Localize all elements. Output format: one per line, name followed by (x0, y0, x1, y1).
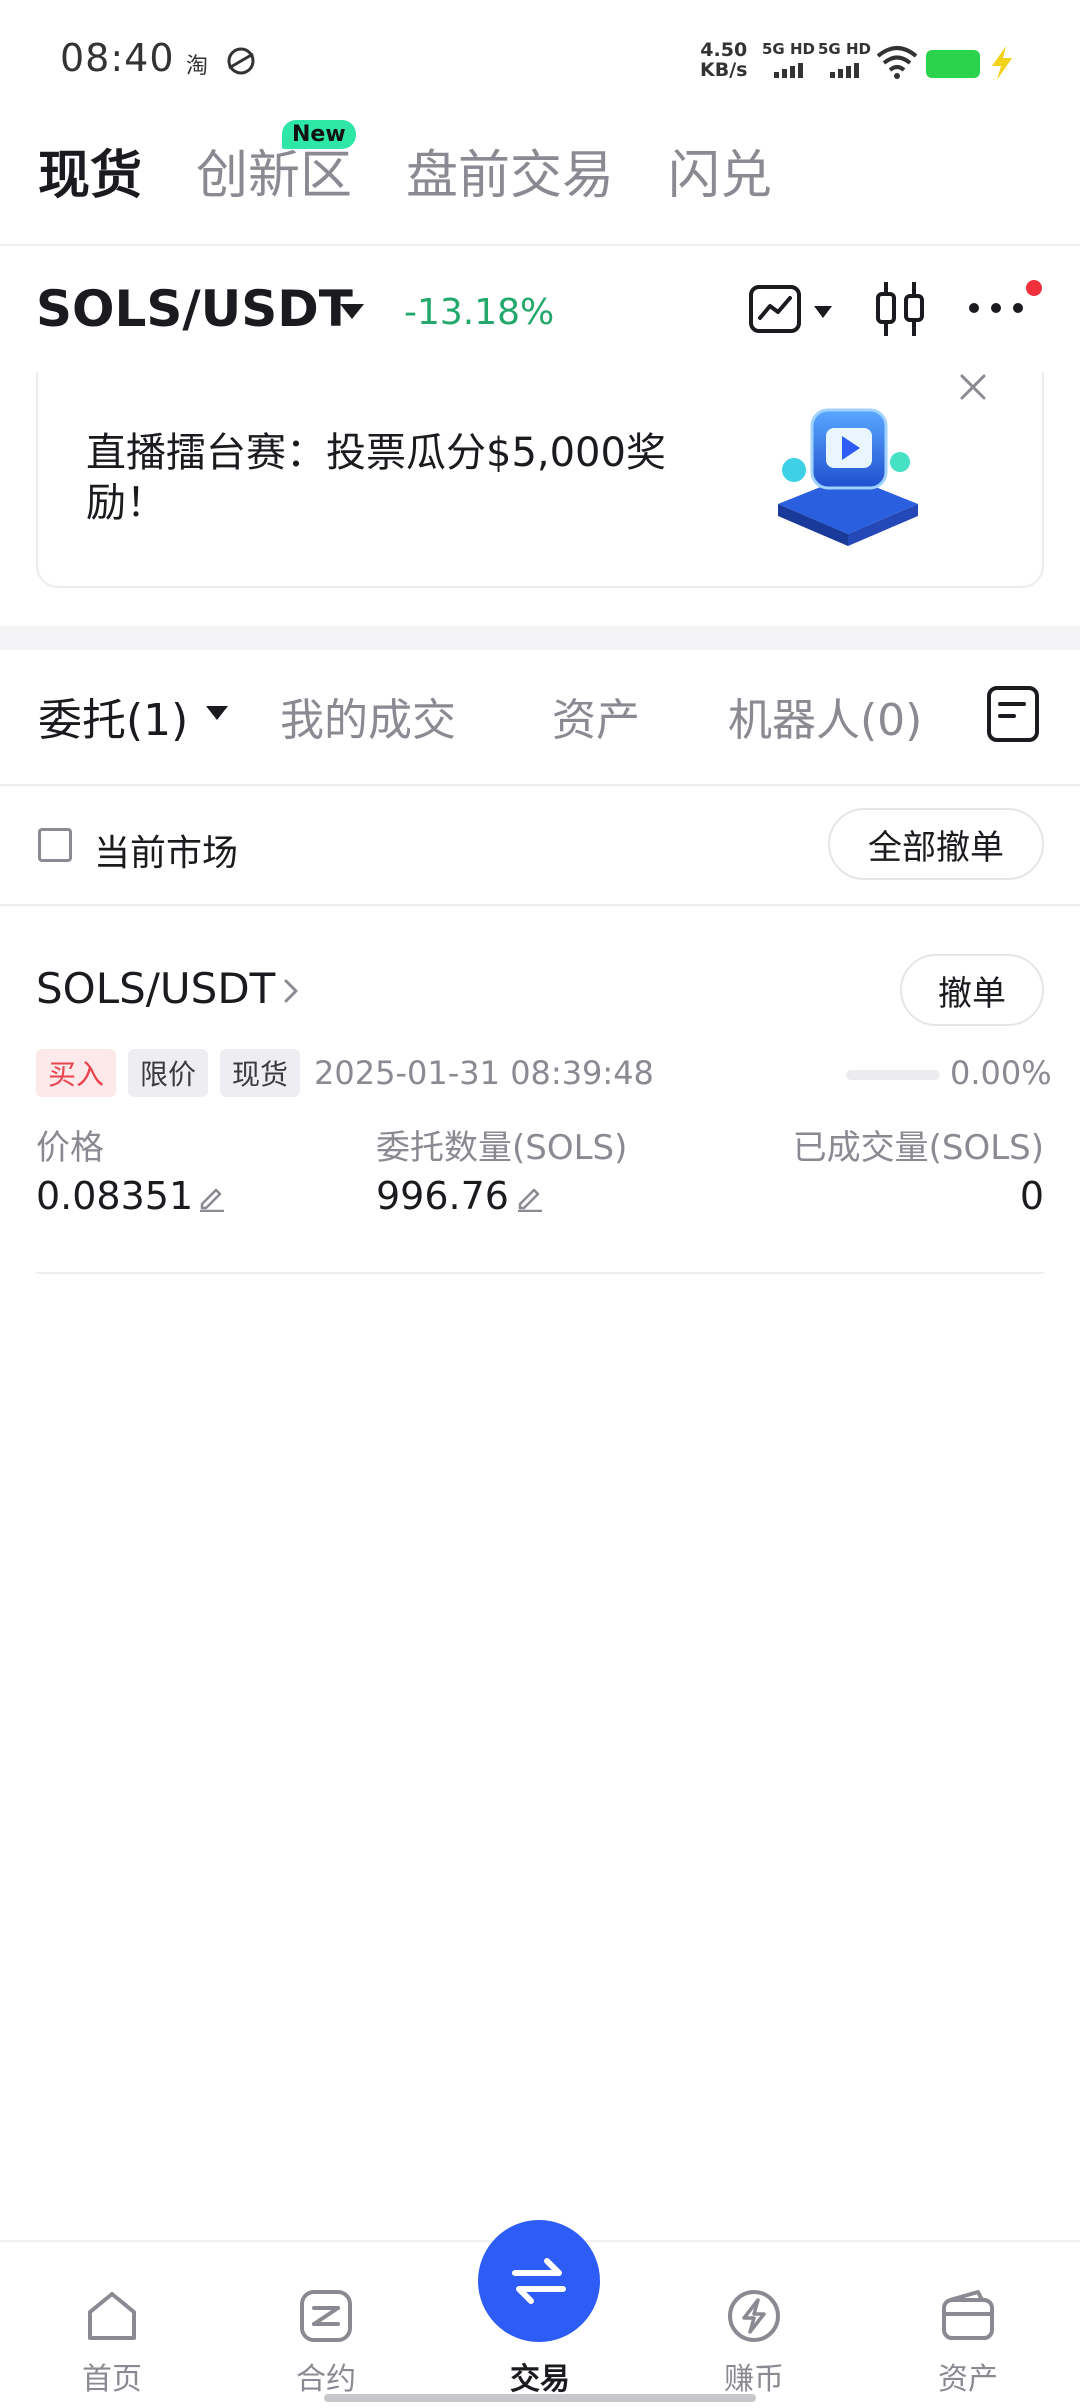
pair-header: SOLS/USDT -13.18% (36, 272, 1046, 352)
order-timestamp: 2025-01-31 08:39:48 (314, 1054, 654, 1092)
price-label: 价格 (36, 1128, 104, 1168)
nav-label: 交易 (510, 2362, 570, 2397)
cancel-order-button[interactable]: 撤单 (900, 954, 1044, 1026)
nav-label: 首页 (82, 2362, 142, 2397)
price-change: -13.18% (404, 292, 555, 333)
charging-icon (992, 46, 1012, 80)
edit-amount-icon[interactable] (514, 1182, 544, 1212)
tab-assets[interactable]: 资产 (552, 684, 640, 748)
contract-icon (300, 2290, 352, 2342)
order-history-icon[interactable] (986, 684, 1040, 744)
fill-progress-bar (846, 1070, 940, 1080)
swap-arrows-icon (512, 2258, 566, 2304)
edit-price-icon[interactable] (196, 1182, 226, 1212)
chart-line-icon[interactable] (748, 282, 802, 336)
divider (0, 244, 1080, 246)
tab-pre-market[interactable]: 盘前交易 (406, 133, 614, 208)
banner-text: 直播擂台赛：投票瓜分$5,000奖励！ (86, 430, 666, 526)
order-section-tabs: 委托(1) 我的成交 资产 机器人(0) (38, 680, 1048, 750)
current-market-label[interactable]: 当前市场 (94, 824, 238, 876)
tab-spot[interactable]: 现货 (38, 133, 142, 208)
more-icon[interactable] (966, 296, 1026, 320)
sim2-signal-icon: 5G HD (818, 40, 878, 80)
tab-convert[interactable]: 闪兑 (668, 133, 772, 208)
candlestick-icon[interactable] (872, 278, 928, 340)
pair-selector[interactable]: SOLS/USDT (36, 280, 353, 338)
sim1-signal-icon: 5G HD (762, 40, 822, 80)
order-pair-link[interactable]: SOLS/USDT (36, 964, 275, 1013)
nav-assets[interactable]: 资产 (888, 2242, 1048, 2408)
tab-open-orders[interactable]: 委托(1) (38, 684, 188, 748)
status-bar: 08:40 淘 4.50 KB/s 5G HD 5G HD (0, 0, 1080, 120)
chevron-right-icon[interactable] (280, 976, 302, 1006)
order-tags: 买入 限价 现货 2025-01-31 08:39:48 (36, 1049, 654, 1097)
filled-value: 0 (1019, 1174, 1044, 1218)
tab-my-trades[interactable]: 我的成交 (280, 684, 456, 748)
amount-label: 委托数量(SOLS) (376, 1128, 628, 1168)
caret-down-icon[interactable] (340, 304, 364, 319)
cancel-all-button[interactable]: 全部撤单 (828, 808, 1044, 880)
nav-label: 资产 (938, 2362, 998, 2397)
taobao-notification-icon: 淘 (186, 54, 209, 79)
battery-icon (926, 50, 980, 78)
network-speed: 4.50 KB/s (700, 39, 748, 81)
new-badge: New (282, 120, 356, 149)
tab-bots[interactable]: 机器人(0) (728, 684, 922, 748)
wifi-icon (876, 46, 918, 79)
nav-contract[interactable]: 合约 (246, 2242, 406, 2408)
market-type-tabs: 现货 创新区 盘前交易 闪兑 (38, 130, 826, 210)
current-market-checkbox[interactable] (38, 828, 72, 862)
market-type-badge: 现货 (220, 1049, 301, 1097)
filled-label: 已成交量(SOLS) (792, 1128, 1044, 1168)
amount-value: 996.76 (376, 1174, 509, 1218)
home-indicator[interactable] (324, 2394, 756, 2402)
trade-fab-button[interactable] (478, 2220, 600, 2342)
divider (0, 904, 1080, 906)
fill-progress-text: 0.00% (950, 1054, 1052, 1092)
notification-dot (1026, 280, 1042, 296)
divider (0, 784, 1080, 786)
price-value: 0.08351 (36, 1174, 194, 1218)
nav-label: 赚币 (724, 2362, 784, 2397)
close-icon[interactable] (958, 372, 988, 402)
divider (36, 1272, 1044, 1274)
nav-home[interactable]: 首页 (32, 2242, 192, 2408)
caret-down-icon[interactable] (206, 706, 228, 720)
video-podium-illustration (778, 408, 918, 546)
chart-type-caret-icon[interactable] (814, 306, 832, 318)
order-type-badge: 限价 (128, 1049, 209, 1097)
side-badge: 买入 (36, 1049, 117, 1097)
wallet-icon (942, 2290, 994, 2340)
earn-icon (728, 2290, 780, 2342)
app-notification-icon (227, 47, 255, 75)
status-time: 08:40 (60, 36, 175, 80)
home-icon (88, 2292, 136, 2340)
nav-earn[interactable]: 赚币 (674, 2242, 834, 2408)
nav-label: 合约 (296, 2362, 356, 2397)
section-separator (0, 626, 1080, 650)
